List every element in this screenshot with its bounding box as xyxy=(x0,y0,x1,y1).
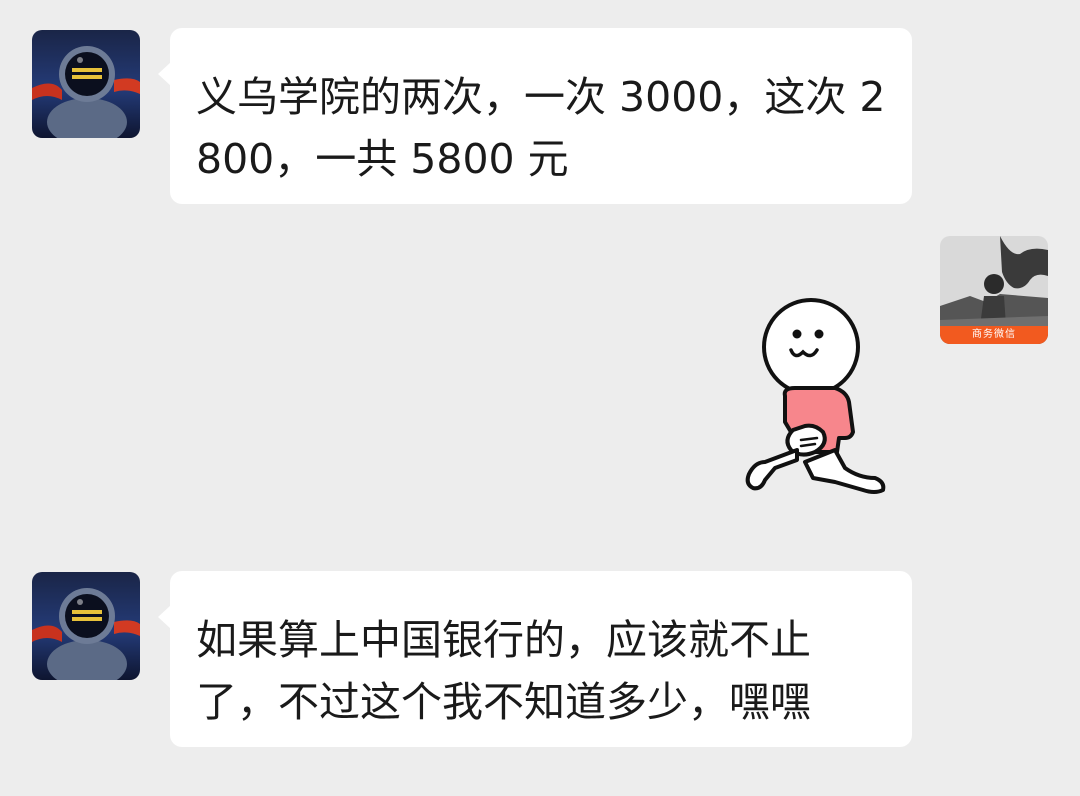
message-text: 如果算上中国银行的，应该就不止了，不过这个我不知道多少，嘿嘿 xyxy=(196,616,811,726)
message-text: 义乌学院的两次，一次 3000，这次 2800，一共 5800 元 xyxy=(196,73,886,183)
contact-avatar[interactable] xyxy=(32,572,140,680)
chat-window: 义乌学院的两次，一次 3000，这次 2800，一共 5800 元 商务微信 如… xyxy=(0,0,1080,796)
avatar-tag: 商务微信 xyxy=(940,326,1048,344)
message-bubble-received[interactable]: 如果算上中国银行的，应该就不止了，不过这个我不知道多少，嘿嘿 xyxy=(158,571,912,747)
self-avatar[interactable]: 商务微信 xyxy=(940,236,1048,344)
message-bubble-received[interactable]: 义乌学院的两次，一次 3000，这次 2800，一共 5800 元 xyxy=(158,28,912,204)
contact-avatar[interactable] xyxy=(32,30,140,138)
astronaut-avatar-image xyxy=(32,30,140,138)
astronaut-avatar-image xyxy=(32,572,140,680)
kneeling-smiley-sticker-icon[interactable] xyxy=(735,292,900,502)
